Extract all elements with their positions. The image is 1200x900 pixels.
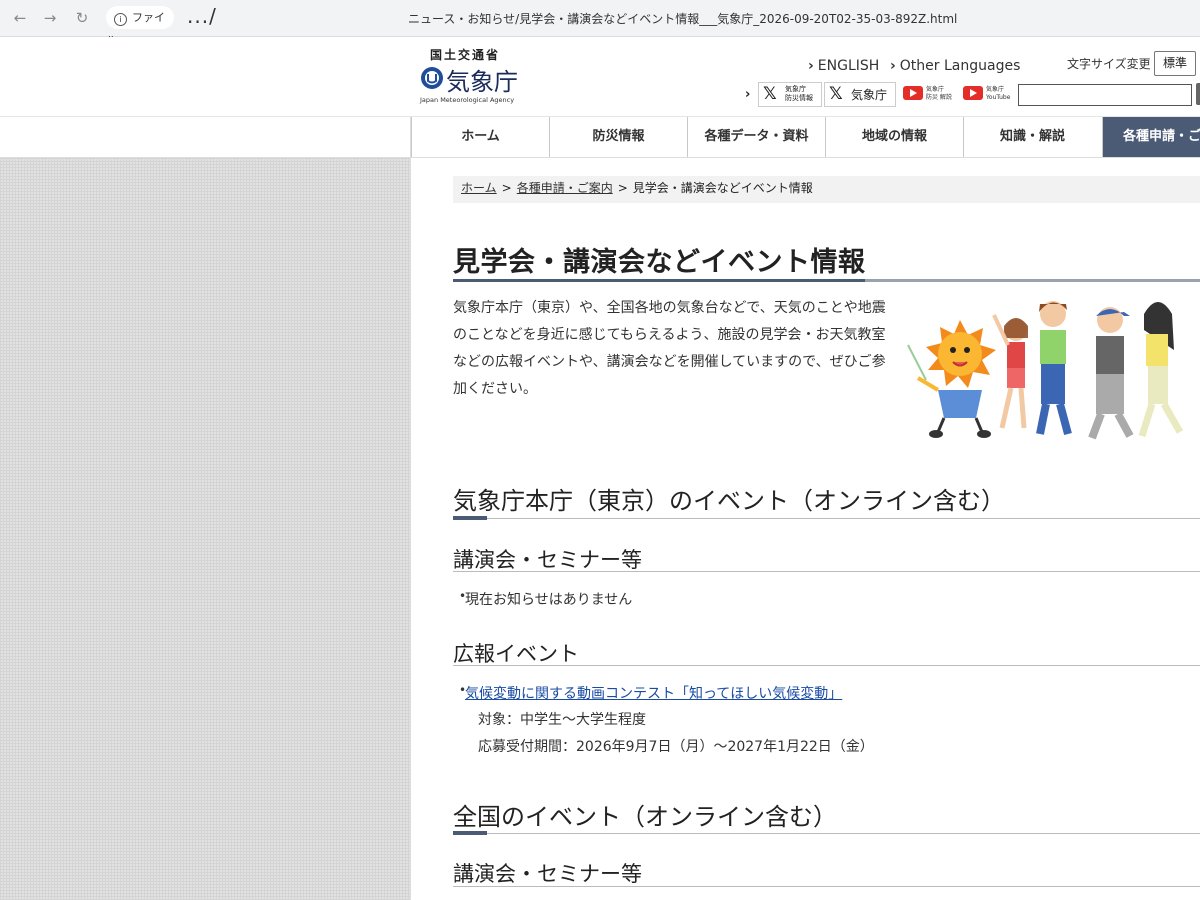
yt2-line2: YouTube xyxy=(986,94,1011,101)
nav-regional-info[interactable]: 地域の情報 xyxy=(825,117,963,157)
boy-green-figure xyxy=(1036,301,1072,436)
nav-applications[interactable]: 各種申請・ご案内 xyxy=(1102,117,1200,157)
breadcrumb: ホーム > 各種申請・ご案内 > 見学会・講演会などイベント情報 xyxy=(453,176,1200,203)
site-search-input[interactable] xyxy=(1018,84,1192,106)
left-background-panel xyxy=(0,158,410,900)
chevron-right-icon: › xyxy=(745,87,751,102)
youtube-jma-label[interactable]: 気象庁 YouTube xyxy=(986,86,1010,102)
nationwide-seminars-rule xyxy=(453,886,1200,887)
nav-data-materials[interactable]: 各種データ・資料 xyxy=(687,117,825,157)
boy-cap-figure xyxy=(1088,307,1134,440)
english-link-label: ENGLISH xyxy=(817,58,880,74)
page-title: 見学会・講演会などイベント情報 xyxy=(453,247,866,278)
arrow-left-icon[interactable]: ← xyxy=(10,8,30,28)
global-nav: ホーム 防災情報 各種データ・資料 地域の情報 知識・解説 各種申請・ご案内 xyxy=(411,117,1200,157)
hq-events-heading: 気象庁本庁（東京）のイベント（オンライン含む） xyxy=(453,487,1005,515)
nav-home[interactable]: ホーム xyxy=(411,117,549,157)
breadcrumb-separator: > xyxy=(501,181,512,195)
nationwide-heading-rule xyxy=(453,831,1200,835)
event-period: 応募受付期間：2026年9月7日（月）～2027年1月22日（金） xyxy=(478,739,874,755)
x-logo-icon: 𝕏 xyxy=(829,84,843,104)
chevron-right-icon: › xyxy=(890,58,896,74)
x-jma-label: 気象庁 xyxy=(851,88,888,102)
info-icon: i xyxy=(114,13,127,26)
nationwide-seminars-heading: 講演会・セミナー等 xyxy=(453,862,642,886)
girl-yellow-figure xyxy=(1138,302,1184,438)
youtube-icon[interactable] xyxy=(903,86,923,100)
girl-red-figure xyxy=(992,314,1028,429)
font-size-label: 文字サイズ変更 xyxy=(1067,57,1151,71)
font-size-standard-button[interactable]: 標準 xyxy=(1154,51,1196,76)
yt1-line1: 気象庁 xyxy=(926,86,945,93)
hq-seminars-rule xyxy=(453,571,1200,572)
breadcrumb-parent-link[interactable]: 各種申請・ご案内 xyxy=(517,181,613,195)
breadcrumb-current: 見学会・講演会などイベント情報 xyxy=(632,181,813,195)
agency-logo-text[interactable]: 気象庁 xyxy=(446,62,518,97)
x-logo-icon: 𝕏 xyxy=(763,84,777,104)
hq-seminars-heading: 講演会・セミナー等 xyxy=(453,548,642,572)
list-item: 気候変動に関する動画コンテスト「知ってほしい気候変動」 xyxy=(459,683,842,703)
ministry-name[interactable]: 国土交通省 xyxy=(430,46,500,63)
intro-text: 気象庁本庁（東京）や、全国各地の気象台などで、天気のことや地震のことなどを身近に… xyxy=(453,300,886,397)
jma-logo-icon[interactable] xyxy=(420,66,444,90)
reload-icon[interactable]: ↻ xyxy=(72,8,92,28)
breadcrumb-separator: > xyxy=(617,181,628,195)
title-underline xyxy=(453,279,1200,282)
hq-pr-rule xyxy=(453,665,1200,666)
arrow-right-icon[interactable]: → xyxy=(40,8,60,28)
x-disaster-line1: 気象庁 xyxy=(785,85,806,93)
breadcrumb-home-link[interactable]: ホーム xyxy=(461,181,497,195)
hq-heading-rule xyxy=(453,516,1200,520)
site-info-button[interactable]: iファイル xyxy=(106,6,174,47)
yt2-line1: 気象庁 xyxy=(986,86,1005,93)
x-jma-link[interactable]: 𝕏 気象庁 xyxy=(824,82,896,107)
x-disaster-label: 気象庁 防災情報 xyxy=(785,85,813,103)
hq-pr-heading: 広報イベント xyxy=(453,642,579,666)
sun-mascot-icon xyxy=(907,320,996,438)
nav-disaster-info[interactable]: 防災情報 xyxy=(549,117,687,157)
event-target: 対象：中学生～大学生程度 xyxy=(478,712,646,728)
climate-video-contest-link[interactable]: 気候変動に関する動画コンテスト「知ってほしい気候変動」 xyxy=(465,686,842,702)
breadcrumb-trail: ホーム > 各種申請・ご案内 > 見学会・講演会などイベント情報 xyxy=(453,181,813,195)
address-bar[interactable]: ニュース・お知らせ/見学会・講演会などイベント情報___気象庁_2026-09-… xyxy=(408,10,957,27)
youtube-disaster-label[interactable]: 気象庁 防災 解説 xyxy=(926,86,952,102)
x-disaster-info-link[interactable]: 𝕏 気象庁 防災情報 xyxy=(758,82,822,107)
other-languages-link[interactable]: › Other Languages xyxy=(890,58,1020,74)
list-item: 現在お知らせはありません xyxy=(459,589,632,609)
youtube-icon[interactable] xyxy=(963,86,983,100)
english-link[interactable]: › ENGLISH xyxy=(808,58,879,74)
nav-knowledge[interactable]: 知識・解説 xyxy=(963,117,1101,157)
left-divider xyxy=(410,117,411,900)
browser-toolbar: ← → ↻ iファイル .../ ニュース・お知らせ/見学会・講演会などイベント… xyxy=(0,0,1200,47)
url-path-prefix[interactable]: .../ xyxy=(187,4,217,28)
x-disaster-line2: 防災情報 xyxy=(785,94,813,102)
yt1-line2: 防災 解説 xyxy=(926,94,952,101)
nationwide-events-heading: 全国のイベント（オンライン含む） xyxy=(453,803,837,831)
site-search-button[interactable] xyxy=(1196,83,1200,105)
mascot-illustration xyxy=(907,301,1184,440)
other-languages-label: Other Languages xyxy=(899,58,1021,74)
chevron-right-icon: › xyxy=(808,58,814,74)
agency-english-name: Japan Meteorological Agency xyxy=(420,96,515,104)
